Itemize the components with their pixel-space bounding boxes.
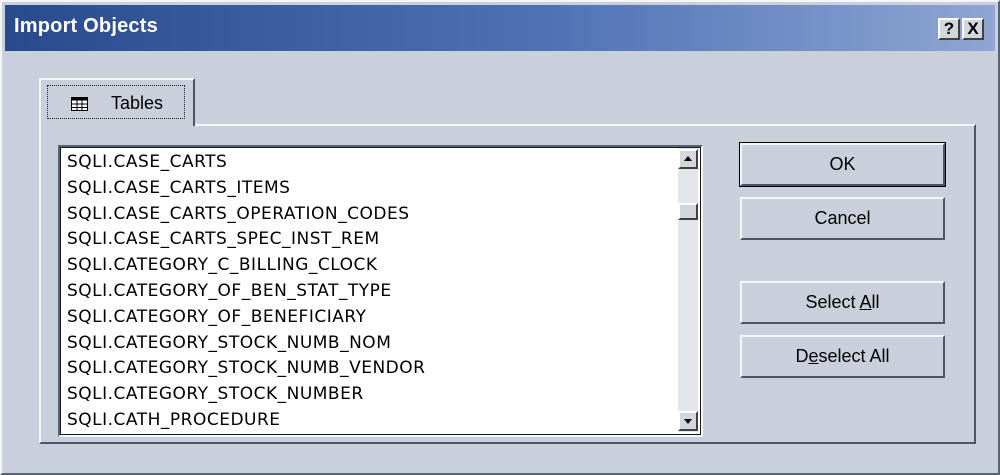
list-item[interactable]: SQLI.CATEGORY_STOCK_NUMBER xyxy=(67,382,667,408)
list-item[interactable]: SQLI.CATEGORY_STOCK_NUMB_NOM xyxy=(67,331,667,357)
list-item[interactable]: SQLI.CATEGORY_C_BILLING_CLOCK xyxy=(67,253,667,279)
scroll-down-button[interactable] xyxy=(678,411,698,431)
vertical-scrollbar[interactable] xyxy=(678,148,698,432)
tab-label: Tables xyxy=(111,93,164,113)
scroll-up-button[interactable] xyxy=(678,149,698,169)
list-items: SQLI.CASE_CARTS SQLI.CASE_CARTS_ITEMS SQ… xyxy=(67,150,667,434)
list-item[interactable]: SQLI.CASE_CARTS_SPEC_INST_REM xyxy=(67,227,667,253)
title-bar[interactable]: Import Objects ? X xyxy=(5,5,995,51)
select-all-label-rest: ll xyxy=(871,292,880,312)
list-item[interactable]: SQLI.CASE_CARTS_ITEMS xyxy=(67,176,667,202)
deselect-all-mnemonic: e xyxy=(808,346,819,366)
deselect-all-label-rest: select All xyxy=(818,346,890,366)
cancel-button[interactable]: Cancel xyxy=(740,197,945,240)
tab-tables[interactable]: Tables xyxy=(39,78,195,126)
select-all-button[interactable]: Select All xyxy=(740,281,945,324)
ok-button[interactable]: OK xyxy=(739,142,946,187)
arrow-down-icon xyxy=(684,419,692,424)
tables-listbox[interactable]: SQLI.CASE_CARTS SQLI.CASE_CARTS_ITEMS SQ… xyxy=(58,145,703,437)
dialog-title: Import Objects xyxy=(14,15,158,37)
arrow-up-icon xyxy=(684,156,692,161)
help-button[interactable]: ? xyxy=(938,18,960,40)
list-item[interactable]: SQLI.CATEGORY_OF_BEN_STAT_TYPE xyxy=(67,279,667,305)
list-item[interactable]: SQLI.CATH_PROCEDURE xyxy=(67,408,667,434)
close-button[interactable]: X xyxy=(962,18,984,40)
list-item[interactable]: SQLI.CATEGORY_STOCK_NUMB_VENDOR xyxy=(67,356,667,382)
scroll-thumb[interactable] xyxy=(678,203,698,220)
list-item[interactable]: SQLI.CASE_CARTS_OPERATION_CODES xyxy=(67,202,667,228)
list-item[interactable]: SQLI.CASE_CARTS xyxy=(67,150,667,176)
deselect-all-label: D xyxy=(795,346,809,366)
import-objects-dialog: Import Objects ? X Tables SQLI.CASE_CART… xyxy=(0,0,1000,475)
list-item[interactable]: SQLI.CATEGORY_OF_BENEFICIARY xyxy=(67,305,667,331)
select-all-label: Select xyxy=(805,292,860,312)
deselect-all-button[interactable]: Deselect All xyxy=(740,335,945,378)
select-all-mnemonic: A xyxy=(859,292,872,312)
table-icon xyxy=(71,97,88,111)
